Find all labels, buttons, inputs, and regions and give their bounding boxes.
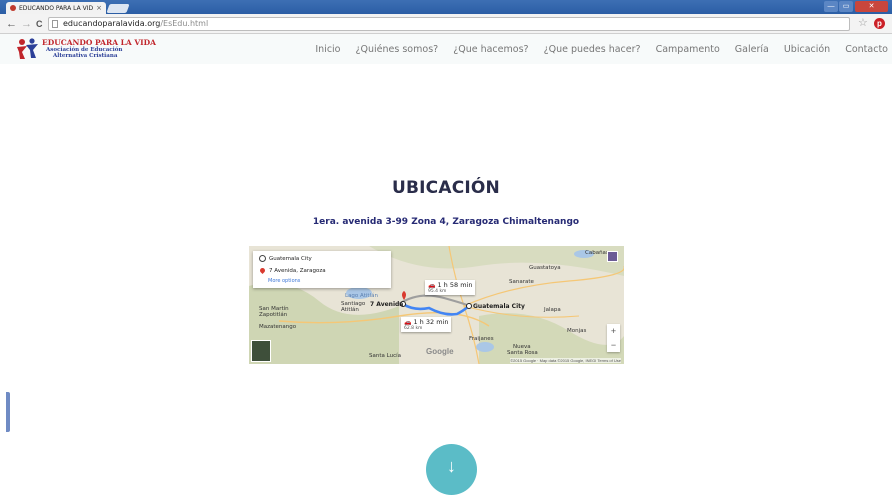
address-text: 1era. avenida 3-99 Zona 4, Zaragoza Chim… — [312, 217, 580, 227]
main-nav: Inicio ¿Quiénes somos? ¿Que hacemos? ¿Qu… — [300, 44, 888, 55]
nav-link-inicio[interactable]: Inicio — [315, 44, 340, 55]
origin-row[interactable]: Guatemala City — [259, 255, 312, 262]
site-logo[interactable]: EDUCANDO PARA LA VIDA Asociación de Educ… — [16, 38, 156, 60]
map-label-zapotitlan: Zapotitlán — [259, 312, 288, 318]
route-option-2[interactable]: 🚗 1 h 32 min 62.8 km — [401, 317, 452, 332]
close-icon: ✕ — [868, 3, 875, 10]
close-window-button[interactable]: ✕ — [855, 1, 888, 12]
pinterest-extension-icon[interactable]: p — [874, 18, 885, 29]
route-option-1[interactable]: 🚗 1 h 58 min 95.4 km — [425, 280, 476, 295]
nav-link-quienes-somos[interactable]: ¿Quiénes somos? — [356, 44, 439, 55]
url-path: /EsEdu.html — [160, 19, 209, 28]
map-label-fraijanes: Fraijanes — [469, 336, 494, 342]
brand-subtitle-2: Alternativa Cristiana — [53, 53, 118, 59]
new-tab-button[interactable] — [106, 4, 130, 13]
map-label-origin: Guatemala City — [473, 303, 525, 310]
map-label-sanarate: Sanarate — [509, 279, 534, 285]
zoom-control: + − — [607, 324, 620, 352]
site-header: EDUCANDO PARA LA VIDA Asociación de Educ… — [0, 34, 892, 64]
minimize-icon: — — [827, 3, 835, 10]
maximize-button[interactable]: ▭ — [839, 1, 853, 12]
route-1-distance: 95.4 km — [428, 289, 447, 294]
satellite-toggle[interactable] — [251, 340, 271, 362]
street-view-pegman-icon[interactable] — [607, 251, 618, 262]
directions-panel: Guatemala City 7 Avenida, Zaragoza More … — [253, 251, 391, 288]
favicon-icon — [10, 5, 16, 11]
browser-tab[interactable]: EDUCANDO PARA LA VID × — [6, 2, 106, 14]
google-logo: Google — [426, 347, 454, 356]
nav-link-galeria[interactable]: Galería — [735, 44, 769, 55]
map-label-jalapa: Jalapa — [544, 307, 561, 313]
minimize-button[interactable]: — — [824, 1, 838, 12]
destination-pin-icon — [258, 266, 267, 275]
destination-row[interactable]: 7 Avenida, Zaragoza — [258, 266, 326, 275]
reload-button[interactable]: C — [36, 17, 43, 31]
map-label-atitlan: Atitlán — [341, 307, 359, 313]
zoom-in-button[interactable]: + — [607, 324, 620, 338]
route-1-time: 1 h 58 min — [437, 281, 473, 289]
arrow-down-icon: ↓ — [447, 456, 456, 476]
nav-link-ubicacion[interactable]: Ubicación — [784, 44, 830, 55]
scroll-down-button[interactable]: ↓ — [426, 444, 477, 495]
map-label-santa-lucia: Santa Lucía — [369, 353, 401, 359]
map-label-santa-rosa: Santa Rosa — [507, 350, 538, 356]
more-options-link[interactable]: More options — [268, 278, 300, 284]
map-label-guastatoya: Guastatoya — [529, 265, 561, 271]
bookmark-star-icon[interactable]: ☆ — [858, 16, 868, 29]
url-domain: educandoparalavida.org — [63, 19, 161, 28]
map-label-mazatenango: Mazatenango — [259, 324, 297, 330]
browser-titlebar: EDUCANDO PARA LA VID × — ▭ ✕ — [0, 0, 892, 14]
nav-link-contacto[interactable]: Contacto — [845, 44, 888, 55]
map-label-cabanas: Cabañas — [585, 250, 609, 256]
logo-figures-icon — [17, 38, 38, 59]
back-button[interactable]: ← — [6, 17, 17, 31]
destination-text: 7 Avenida, Zaragoza — [269, 268, 326, 274]
origin-text: Guatemala City — [269, 256, 312, 262]
car-icon: 🚗 — [404, 319, 412, 326]
tab-title: EDUCANDO PARA LA VID — [19, 4, 94, 12]
browser-toolbar: ← → C educandoparalavida.org/EsEdu.html … — [0, 14, 892, 34]
map-label-monjas: Monjas — [567, 328, 587, 334]
maximize-icon: ▭ — [842, 3, 850, 10]
nav-link-que-hacemos[interactable]: ¿Que hacemos? — [453, 44, 528, 55]
brand-name: EDUCANDO PARA LA VIDA — [42, 38, 156, 47]
map-attribution[interactable]: ©2015 Google · Map data ©2015 Google, IN… — [510, 358, 621, 363]
nav-link-campamento[interactable]: Campamento — [656, 44, 720, 55]
car-icon: 🚗 — [428, 282, 436, 289]
page-title: UBICACIÓN — [391, 178, 500, 198]
nav-link-que-puedes-hacer[interactable]: ¿Que puedes hacer? — [544, 44, 641, 55]
map-label-destination: 7 Avenida — [370, 301, 404, 308]
zoom-out-button[interactable]: − — [607, 338, 620, 352]
map-label-lago-atitlan: Lago Atitlán — [345, 293, 378, 299]
embedded-map[interactable]: Guatemala City 7 Avenida, Zaragoza More … — [249, 246, 624, 364]
side-feedback-tab[interactable] — [6, 392, 10, 432]
page-icon — [52, 20, 58, 28]
route-2-time: 1 h 32 min — [413, 318, 449, 326]
origin-circle-icon — [259, 255, 266, 262]
route-2-distance: 62.8 km — [404, 326, 423, 331]
tab-close-icon[interactable]: × — [96, 4, 102, 12]
forward-button[interactable]: → — [21, 17, 32, 31]
address-bar[interactable]: educandoparalavida.org/EsEdu.html — [48, 17, 850, 31]
